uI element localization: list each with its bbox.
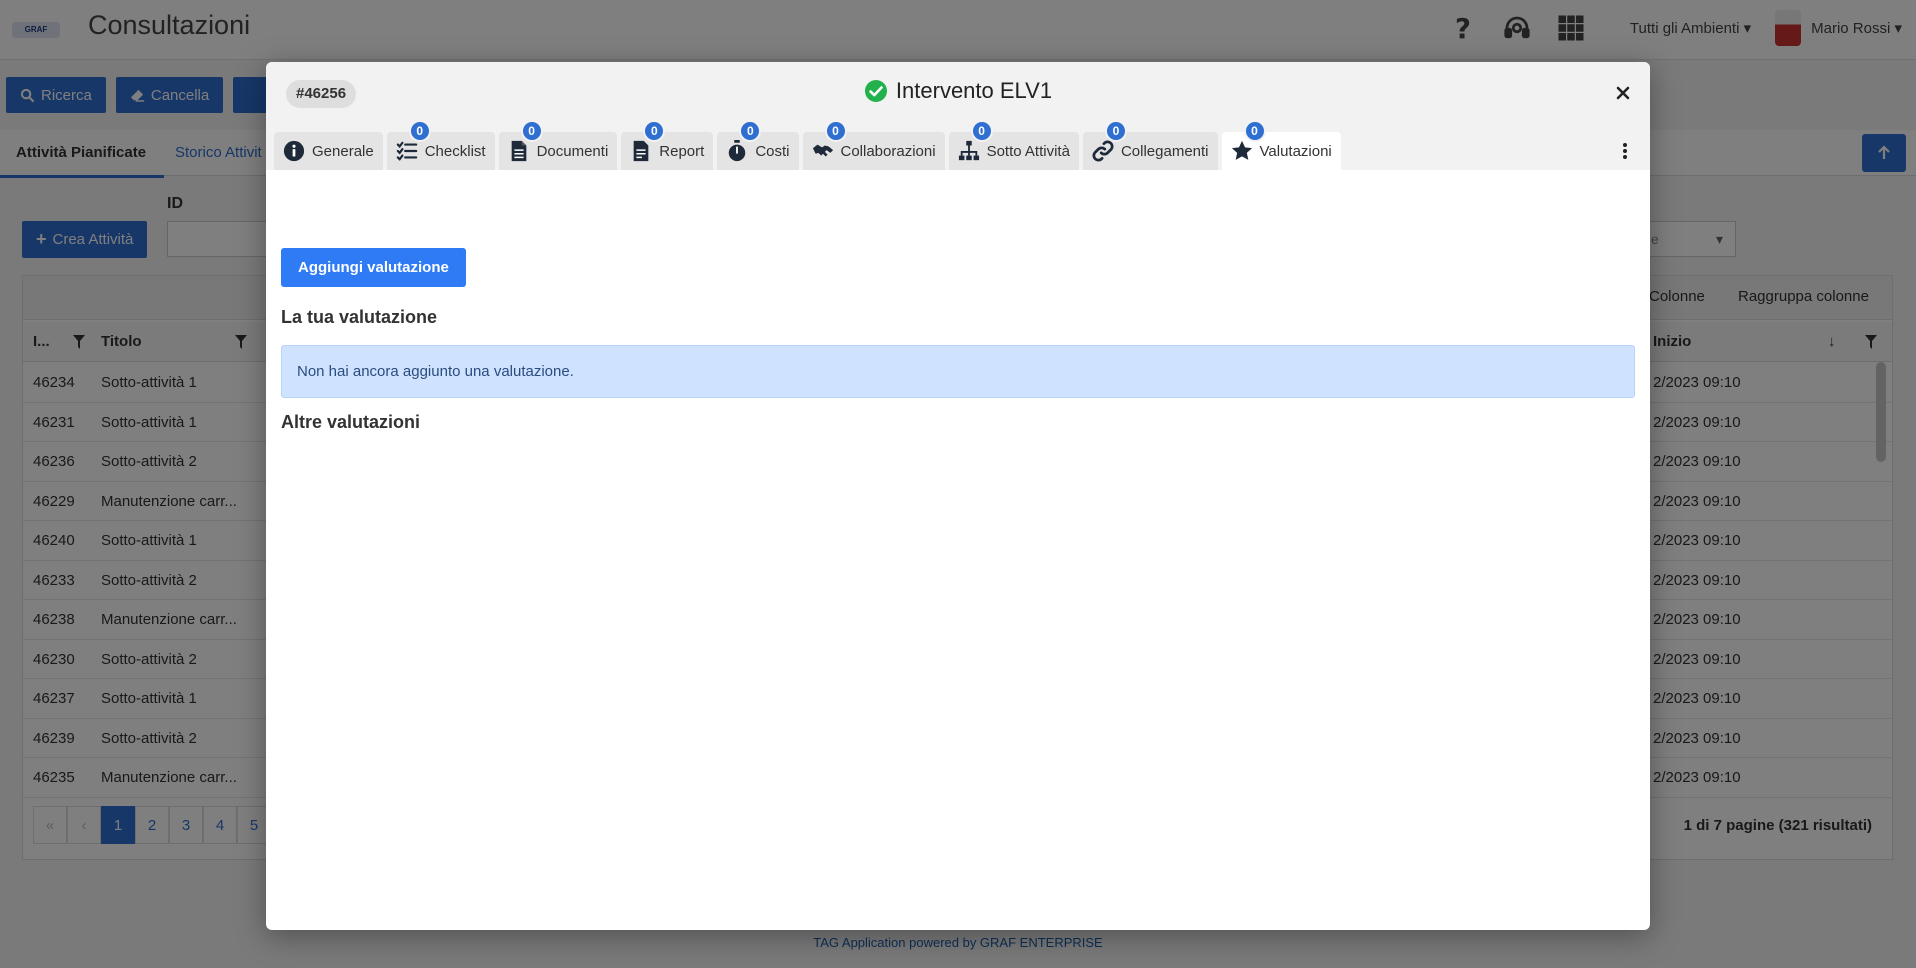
stopwatch-icon (729, 140, 746, 162)
tab-collegamenti[interactable]: 0 Collegamenti (1082, 120, 1218, 170)
tab-label: Collegamenti (1120, 142, 1209, 160)
more-options-icon[interactable] (1620, 140, 1630, 162)
modal-body: Aggiungi valutazione (266, 170, 1650, 930)
modal-title-wrap: Intervento ELV1 (266, 78, 1650, 104)
other-ratings-title: Altre valutazioni (281, 412, 421, 432)
modal-tabs: Generale 0 Checklist 0 Documenti 0 Repor… (274, 120, 1341, 170)
count-badge: 0 (739, 120, 762, 142)
count-badge: 0 (824, 120, 847, 142)
handshake-icon (812, 144, 833, 157)
sitemap-icon (958, 140, 979, 161)
modal-header: #46256 Intervento ELV1 Generale 0 Checkl… (266, 62, 1650, 170)
check-circle-icon (864, 80, 887, 102)
tab-label: Collaborazioni (840, 142, 936, 160)
checklist-icon (396, 141, 417, 161)
star-icon (1231, 140, 1252, 160)
tab-collaborazioni[interactable]: 0 Collaborazioni (802, 120, 945, 170)
close-icon (1616, 86, 1630, 100)
tab-generale[interactable]: Generale (274, 132, 383, 170)
add-rating-button[interactable]: Aggiungi valutazione (281, 248, 466, 287)
tab-sotto-attivita[interactable]: 0 Sotto Attività (948, 120, 1079, 170)
your-rating-title: La tua valutazione (281, 307, 438, 327)
count-badge: 0 (643, 120, 666, 142)
count-badge: 0 (520, 120, 543, 142)
tab-valutazioni[interactable]: 0 Valutazioni (1221, 120, 1341, 170)
tab-documenti[interactable]: 0 Documenti (498, 120, 618, 170)
info-circle-icon (283, 140, 305, 162)
modal-title: Intervento ELV1 (895, 78, 1053, 103)
tab-label: Valutazioni (1259, 142, 1332, 160)
report-icon (633, 140, 649, 162)
empty-rating-alert: Non hai ancora aggiunto una valutazione. (281, 345, 1635, 398)
tab-label: Costi (755, 142, 790, 160)
tab-label: Report (659, 142, 705, 160)
count-badge: 0 (1104, 120, 1127, 142)
count-badge: 0 (408, 120, 431, 142)
count-badge: 0 (970, 120, 993, 142)
tab-label: Generale (312, 142, 374, 160)
tab-label: Checklist (424, 142, 486, 160)
tab-checklist[interactable]: 0 Checklist (386, 120, 495, 170)
activity-modal: #46256 Intervento ELV1 Generale 0 Checkl… (266, 62, 1650, 930)
tab-report[interactable]: 0 Report (621, 120, 714, 170)
count-badge: 0 (1243, 120, 1266, 142)
close-button[interactable] (1612, 82, 1634, 104)
tab-label: Documenti (536, 142, 609, 160)
link-icon (1092, 140, 1114, 162)
tab-costi[interactable]: 0 Costi (717, 120, 799, 170)
tab-label: Sotto Attività (986, 142, 1070, 160)
document-icon (511, 140, 526, 162)
